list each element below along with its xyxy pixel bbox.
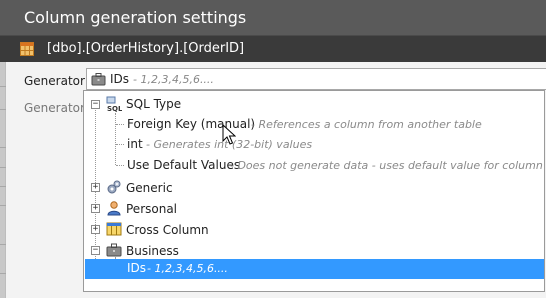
tree-item-ids-label: IDs <box>127 261 147 275</box>
tree-item-ids-selected[interactable]: IDs - 1,2,3,4,5,6.... <box>85 259 544 279</box>
generator-selected-value: IDs <box>110 72 130 86</box>
tree-line <box>116 124 124 125</box>
expand-icon[interactable]: + <box>91 225 100 234</box>
columns-icon <box>106 222 122 236</box>
tree-node-sql-type[interactable]: SQL Type <box>126 97 181 111</box>
sql-icon: SQL <box>106 96 122 112</box>
window-title: Column generation settings <box>0 0 546 36</box>
tree-item-int[interactable]: int <box>127 137 143 151</box>
tree-item-use-default-values-desc: - Does not generate data - uses default … <box>230 159 543 172</box>
briefcase-icon <box>106 243 122 257</box>
column-path: [dbo].[OrderHistory].[OrderID] <box>47 41 245 56</box>
expand-icon[interactable]: + <box>91 204 100 213</box>
tree-line <box>116 144 124 145</box>
tree-node-cross-column[interactable]: Cross Column <box>126 223 209 237</box>
generator-label: Generator: <box>24 74 89 88</box>
tree-node-business[interactable]: Business <box>126 244 179 258</box>
column-header-bar: [dbo].[OrderHistory].[OrderID] <box>0 36 546 62</box>
tree-node-personal[interactable]: Personal <box>126 202 177 216</box>
gears-icon <box>107 180 121 194</box>
generator-selected-hint: - 1,2,3,4,5,6.... <box>133 73 214 86</box>
tree-item-use-default-values[interactable]: Use Default Values <box>127 158 240 172</box>
generator-combobox[interactable]: IDs - 1,2,3,4,5,6.... <box>86 68 546 90</box>
table-icon <box>20 42 34 56</box>
tree-item-ids-desc: - 1,2,3,4,5,6.... <box>147 262 228 275</box>
expand-icon[interactable]: + <box>91 183 100 192</box>
svg-text:SQL: SQL <box>107 105 122 112</box>
briefcase-icon <box>91 73 106 86</box>
tree-line <box>115 113 116 165</box>
collapse-icon[interactable]: − <box>91 100 100 109</box>
generator-settings-label: Generator s <box>24 101 88 115</box>
tree-node-generic[interactable]: Generic <box>126 181 173 195</box>
mouse-cursor-icon <box>222 124 236 145</box>
collapse-icon[interactable]: − <box>91 246 100 255</box>
person-icon <box>107 201 121 216</box>
tree-line <box>116 165 124 166</box>
generator-dropdown-tree[interactable]: − SQL SQL Type Foreign Key (manual) - Re… <box>83 90 545 292</box>
tree-item-foreign-key-desc: - References a column from another table <box>251 118 482 131</box>
